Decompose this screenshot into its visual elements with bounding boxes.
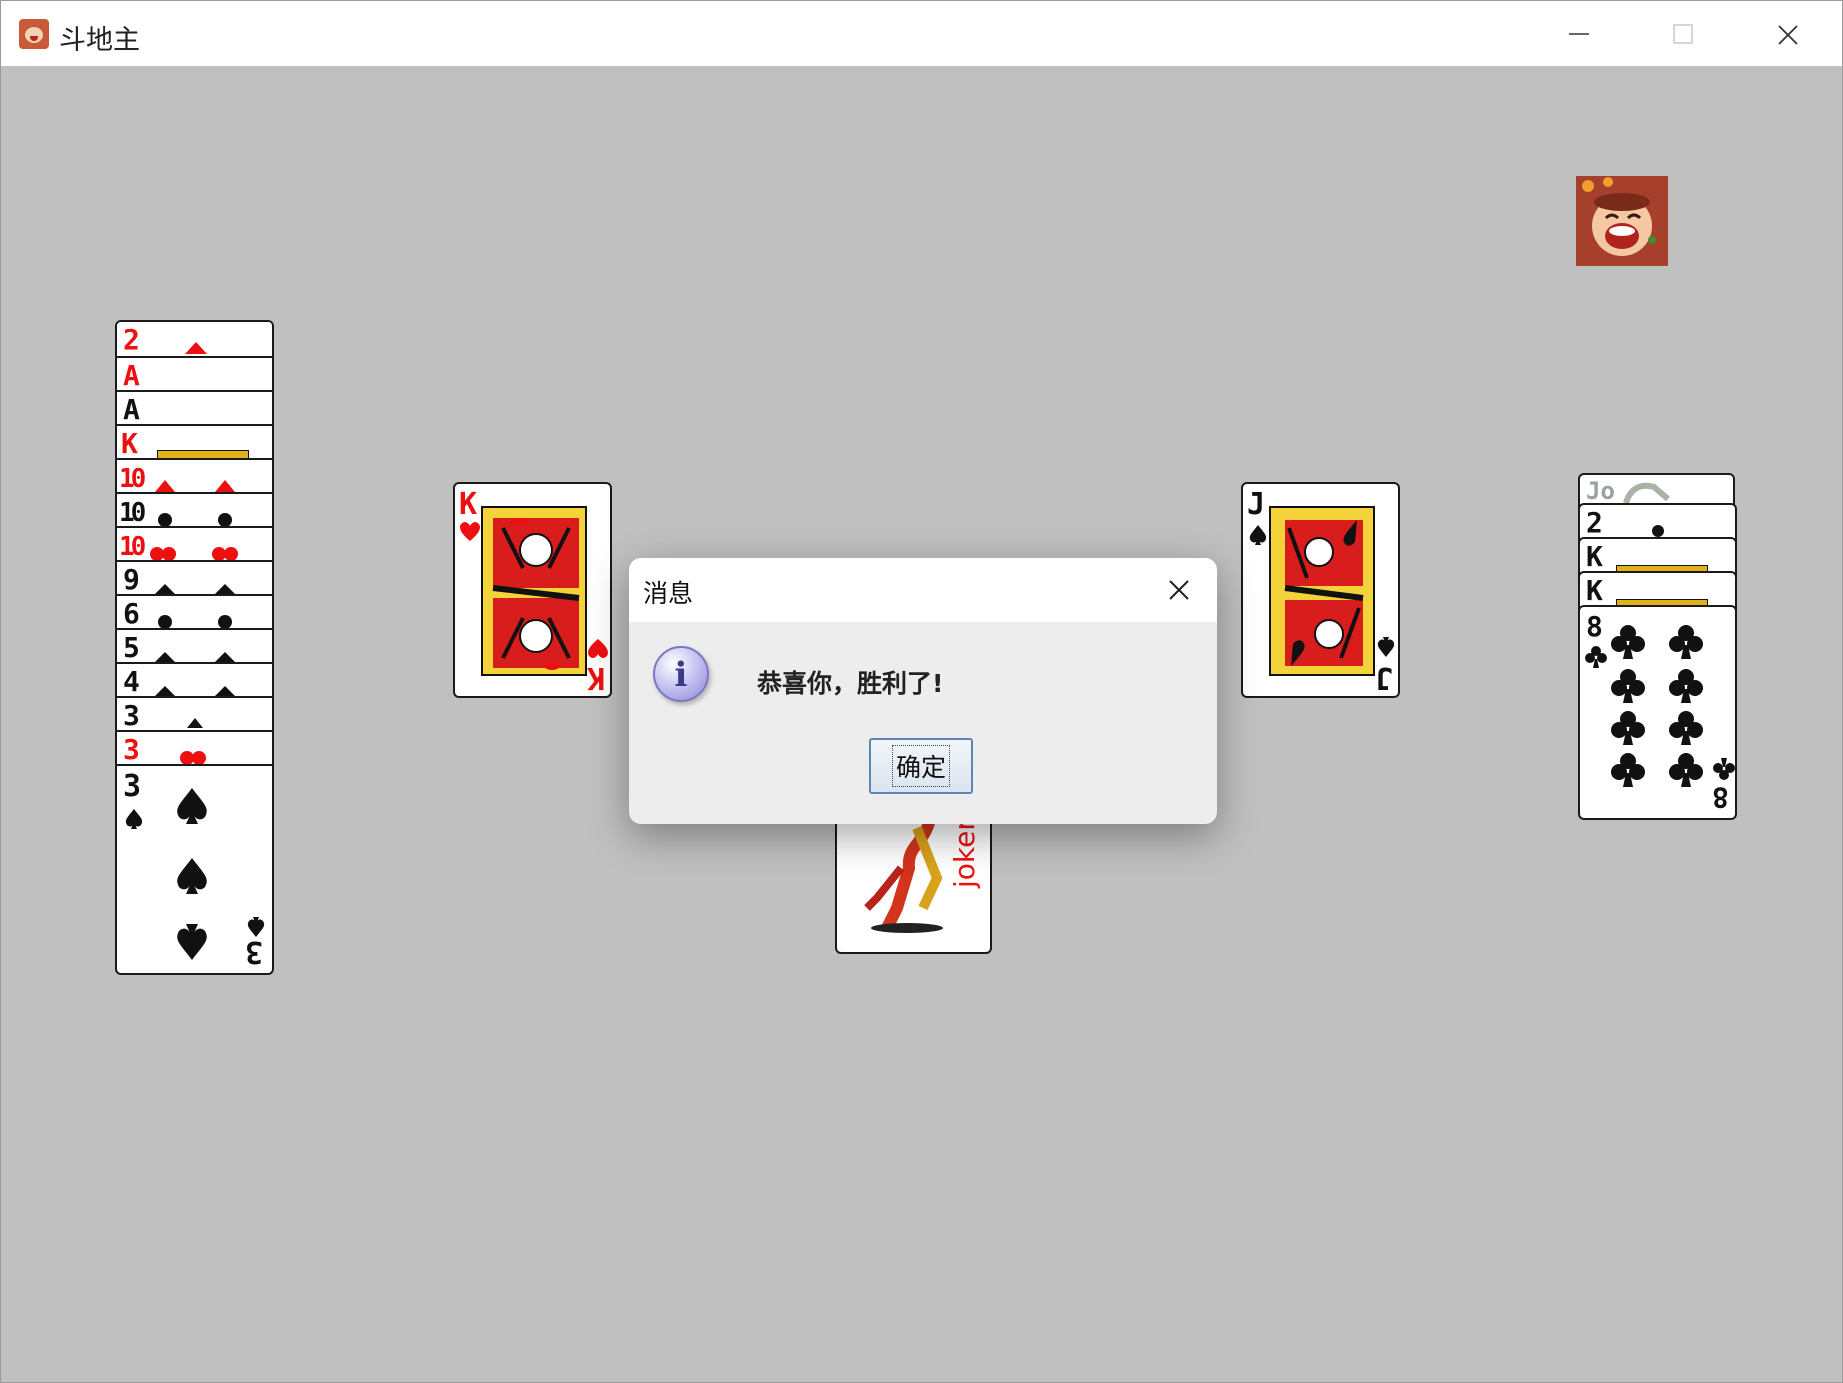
hand-card[interactable]: A [117,356,272,390]
played-card-left: K K [453,482,612,698]
hand-card[interactable]: 4 [117,662,272,696]
minimize-icon [1569,33,1589,35]
hand-card[interactable]: K [117,424,272,462]
hand-card[interactable]: A [117,390,272,424]
message-dialog: 消息 i 恭喜你，胜利了! 确定 [629,558,1217,824]
spade-icon [1249,525,1267,545]
landlord-avatar-icon [1576,176,1668,266]
hand-card[interactable]: 10 [117,492,272,526]
window-title: 斗地主 [59,25,140,56]
dialog-title-bar: 消息 [629,558,1217,622]
title-bar: 斗地主 [1,1,1842,66]
spade-icon [177,788,207,824]
dialog-close-button[interactable] [1161,572,1197,608]
player-avatar [1576,176,1668,266]
club-pips [1611,625,1703,787]
close-button[interactable] [1758,9,1818,59]
minimize-button[interactable] [1549,9,1609,59]
hand-card[interactable]: 2 [117,322,272,356]
maximize-button[interactable] [1653,9,1713,59]
club-icon [1713,758,1735,780]
spade-icon [1377,637,1395,657]
ok-button-label: 确定 [891,745,950,787]
heart-icon [460,522,480,541]
dialog-title: 消息 [643,579,694,608]
hand-card-face[interactable]: 3 3 [117,764,272,973]
game-window: 斗地主 2 A A K 10 10 10 9 6 5 4 3 3 3 3 K K… [0,0,1843,1383]
hand-card[interactable]: 3 [117,730,272,764]
king-face-art [481,506,587,676]
close-icon [1169,580,1189,600]
left-hand[interactable]: 2 A A K 10 10 10 9 6 5 4 3 3 3 3 [115,320,274,975]
info-icon: i [653,646,709,702]
played-card-right: J J [1241,482,1400,698]
spade-icon [125,809,143,829]
close-icon [1778,25,1798,45]
app-icon [19,19,49,49]
hand-card[interactable]: 10 [117,458,272,492]
club-icon [1585,646,1607,668]
dialog-message: 恭喜你，胜利了! [757,669,944,698]
hand-card-face: 8 8 [1578,605,1737,820]
hand-card[interactable]: 6 [117,594,272,628]
maximize-icon [1673,24,1693,44]
spade-icon [177,924,207,960]
spade-icon [177,858,207,894]
jack-face-art [1269,506,1375,676]
hand-card[interactable]: 3 [117,696,272,730]
right-hand: Jo 2 K K 8 8 [1578,473,1737,823]
hand-card[interactable]: 9 [117,560,272,594]
hand-card[interactable]: 5 [117,628,272,662]
hand-card[interactable]: 10 [117,526,272,560]
heart-icon [588,639,608,658]
ok-button[interactable]: 确定 [869,738,973,794]
